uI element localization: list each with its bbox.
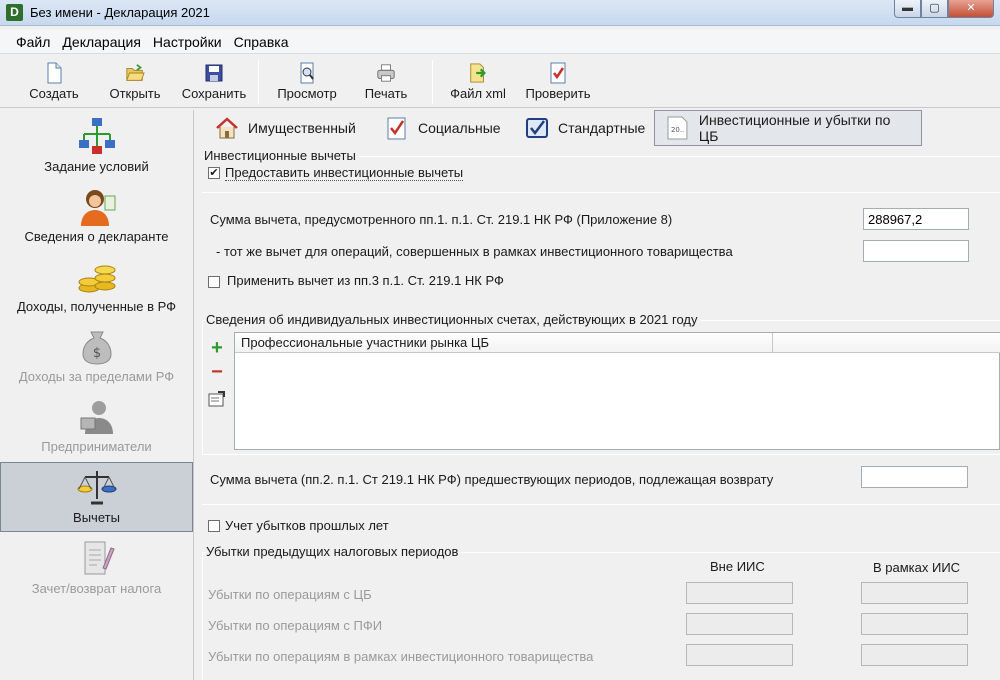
money-bag-icon: $ [81,331,112,365]
create-button[interactable]: Создать [22,60,86,106]
loss-row-label: Убытки по операциям с ЦБ [208,587,372,602]
menu-declaration[interactable]: Декларация [60,34,143,50]
window-title: Без имени - Декларация 2021 [30,5,210,20]
loss-securities-inside-input[interactable] [861,582,968,604]
open-button[interactable]: Открыть [104,60,166,106]
losses-group-legend: Убытки предыдущих налоговых периодов [206,544,462,559]
export-arrow-icon [470,63,486,83]
iis-group-legend: Сведения об индивидуальных инвестиционны… [206,312,701,327]
apply-pp3-checkbox[interactable] [208,276,220,288]
partnership-deduction-label: - тот же вычет для операций, совершенных… [216,244,733,259]
remove-row-button[interactable]: − [206,362,228,384]
sidebar-item-entrepreneurs[interactable]: Предприниматели [0,392,193,462]
app-logo-icon: D [6,4,23,21]
svg-text:20..: 20.. [671,126,684,134]
check-document-icon [550,62,566,84]
add-row-button[interactable]: + [206,338,228,360]
previous-periods-input[interactable] [861,466,968,488]
group-border [202,552,203,680]
open-folder-icon [126,64,145,81]
provide-deductions-checkbox[interactable]: ✔ [208,167,220,179]
save-button[interactable]: Сохранить [178,60,250,106]
divider [202,504,1000,505]
sidebar-item-declarant[interactable]: Сведения о декларанте [0,182,193,252]
sidebar: Задание условий Сведения о декларанте До… [0,110,194,680]
previous-periods-label: Сумма вычета (пп.2. п.1. Ст 219.1 НК РФ)… [210,472,774,487]
loss-derivatives-inside-input[interactable] [861,613,968,635]
print-button[interactable]: Печать [358,60,414,106]
tab-standard[interactable]: Стандартные [514,110,653,146]
sidebar-item-conditions[interactable]: Задание условий [0,112,193,182]
loss-derivatives-outside-input[interactable] [686,613,793,635]
tab-property[interactable]: Имущественный [204,110,364,146]
apply-pp3-label: Применить вычет из пп.3 п.1. Ст. 219.1 Н… [227,273,504,288]
check-button[interactable]: Проверить [520,60,596,106]
printer-icon [377,64,395,82]
investment-group-legend: Инвестиционные вычеты [204,148,359,163]
group-border [202,320,203,454]
loss-securities-outside-input[interactable] [686,582,793,604]
floppy-disk-icon [205,64,223,82]
toolbar-separator [258,60,259,104]
sidebar-item-tax-refund[interactable]: Зачет/возврат налога [0,534,193,604]
scales-icon [77,471,116,505]
loss-partnership-inside-input[interactable] [861,644,968,666]
xml-file-button[interactable]: Файл xml [446,60,510,106]
col-inside-iis: В рамках ИИС [873,560,961,575]
investment-panel: Инвестиционные вычеты ✔ Предоставить инв… [198,148,1000,680]
divider [202,454,1000,455]
divider [202,192,1000,193]
loss-partnership-outside-input[interactable] [686,644,793,666]
close-button[interactable]: ✕ [948,0,994,18]
column-header-empty [773,333,1000,353]
prior-losses-checkbox[interactable] [208,520,220,532]
deduction-sum-input[interactable] [863,208,969,230]
tab-social[interactable]: Социальные [374,110,509,146]
menu-settings[interactable]: Настройки [151,34,224,50]
new-document-icon [47,62,62,84]
toolbar: Создать Открыть Сохранить Просмотр Печат… [0,56,1000,108]
loss-row-label: Убытки по операциям с ПФИ [208,618,383,633]
sidebar-item-deductions[interactable]: Вычеты [0,462,193,532]
coins-icon [78,265,115,293]
menu-bar: Файл Декларация Настройки Справка [0,30,1000,54]
maximize-button[interactable]: ▢ [921,0,948,18]
toolbar-separator [432,60,433,104]
provide-deductions-label: Предоставить инвестиционные вычеты [225,165,464,181]
menu-file[interactable]: Файл [14,34,52,50]
iis-table[interactable]: Профессиональные участники рынка ЦБ [234,332,1000,450]
partnership-deduction-input[interactable] [863,240,969,262]
col-outside-iis: Вне ИИС [710,559,765,574]
prior-losses-label: Учет убытков прошлых лет [225,518,389,533]
tab-investment[interactable]: 20.. Инвестиционные и убытки по ЦБ [654,110,922,146]
sidebar-item-income-rf[interactable]: Доходы, полученные в РФ [0,252,193,322]
calendar-icon: 20.. [667,116,688,140]
column-header-participants[interactable]: Профессиональные участники рынка ЦБ [235,333,773,353]
edit-row-button[interactable] [206,388,228,410]
businessman-icon [80,401,113,434]
flowchart-icon [78,118,115,154]
loss-row-label: Убытки по операциям в рамках инвестицион… [208,649,594,664]
svg-text:$: $ [92,346,100,361]
check-tablet-icon [526,118,548,138]
checklist-icon [387,117,406,140]
preview-button[interactable]: Просмотр [272,60,342,106]
document-pen-icon [84,541,115,575]
deduction-tabs: Имущественный Социальные Стандартные 20.… [198,110,1000,148]
menu-help[interactable]: Справка [232,34,291,50]
deduction-sum-label: Сумма вычета, предусмотренного пп.1. п.1… [210,212,673,227]
preview-magnifier-icon [300,62,314,84]
window-controls: ▬ ▢ ✕ [894,0,994,18]
house-icon [216,117,238,139]
title-bar: D Без имени - Декларация 2021 ▬ ▢ ✕ [0,0,1000,26]
sidebar-item-income-abroad[interactable]: $ Доходы за пределами РФ [0,322,193,392]
minimize-button[interactable]: ▬ [894,0,921,18]
person-icon [80,190,115,226]
